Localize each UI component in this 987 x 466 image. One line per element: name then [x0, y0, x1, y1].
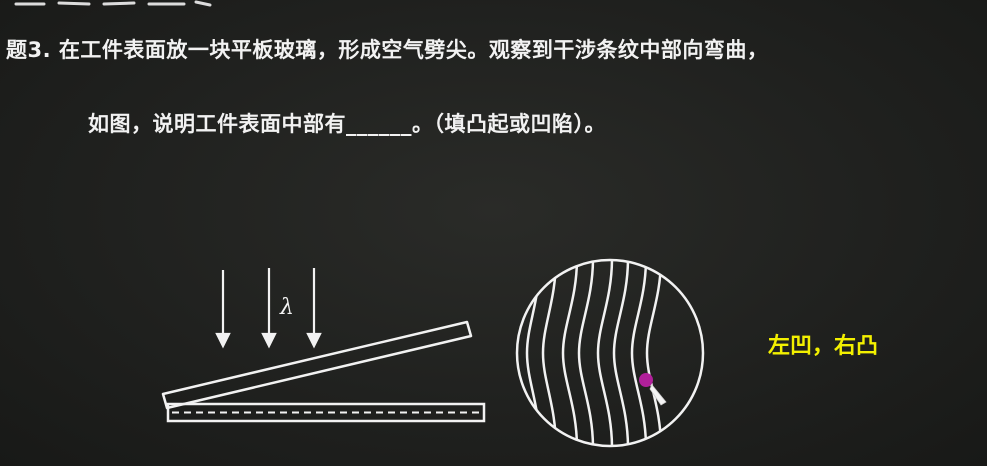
answer-note: 左凹，右凸	[768, 334, 879, 359]
workpiece-plate	[166, 402, 486, 423]
fringe-line	[596, 260, 614, 446]
pen-cursor-icon	[649, 384, 667, 406]
fringe-line	[645, 260, 663, 446]
fringe-line	[561, 260, 579, 446]
wavelength-label: λ	[279, 295, 294, 320]
fringe-line	[612, 260, 630, 446]
air-wedge-figure: λ	[161, 258, 705, 448]
pointer-dot	[639, 373, 653, 387]
fringe-line	[630, 260, 648, 446]
fringe-line	[525, 260, 542, 446]
interference-fringes	[525, 260, 663, 446]
incident-light-arrows	[215, 268, 322, 349]
fringe-line	[577, 260, 595, 446]
